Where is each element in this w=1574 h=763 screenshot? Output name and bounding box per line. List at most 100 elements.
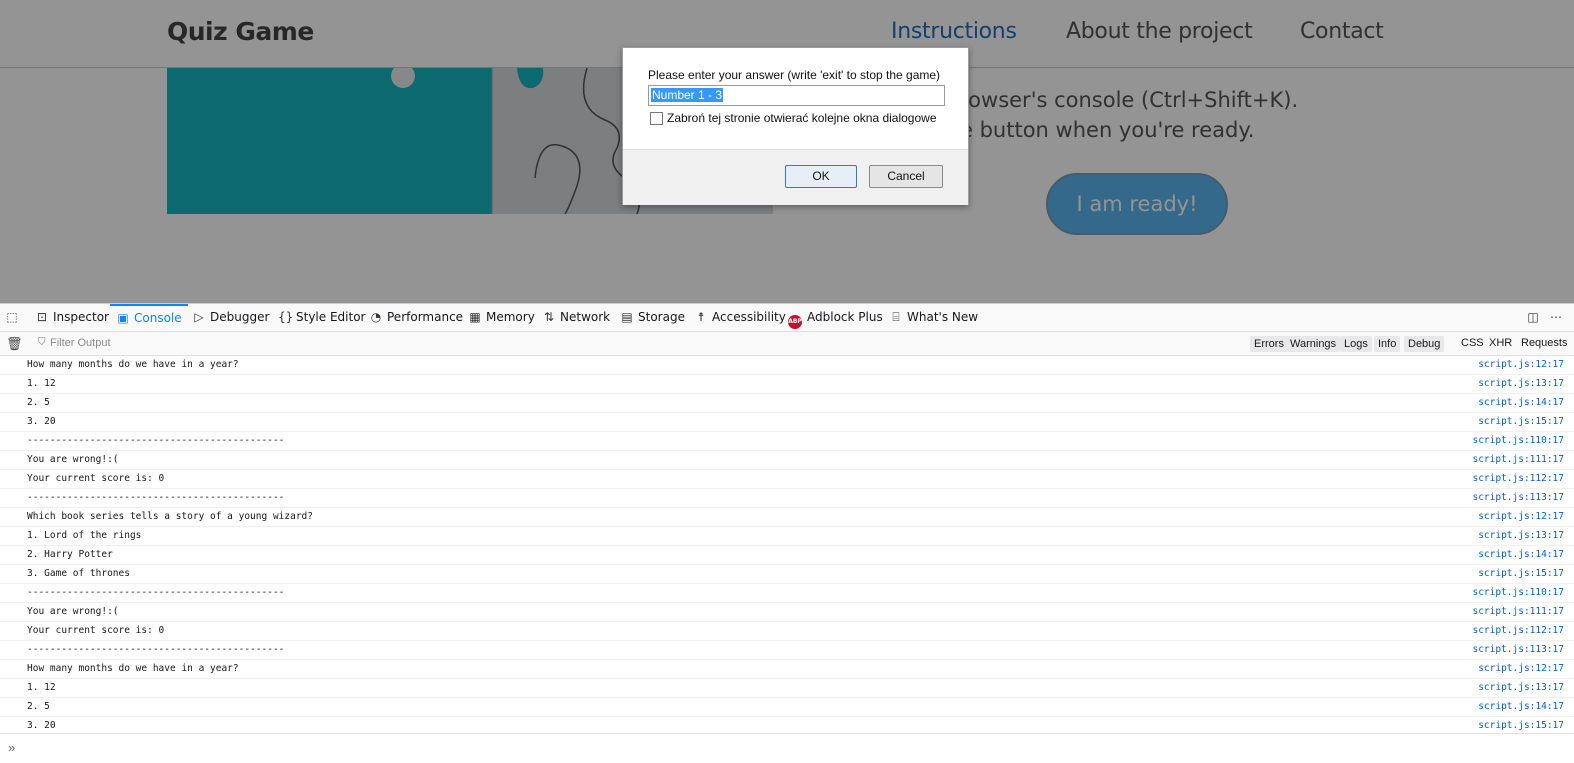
console-input-row[interactable]: » — [0, 733, 1574, 763]
console-log-row: 2. 5 script.js:14:17 — [0, 698, 1574, 717]
filter-errors-button[interactable]: Errors — [1250, 336, 1288, 352]
console-log-source-link[interactable]: script.js:113:17 — [1472, 644, 1564, 655]
block-dialogs-checkbox[interactable] — [650, 112, 663, 125]
console-log-row: ----------------------------------------… — [0, 584, 1574, 603]
console-log-source-link[interactable]: script.js:113:17 — [1472, 492, 1564, 503]
console-log-row: 1. 12 script.js:13:17 — [0, 679, 1574, 698]
console-log-source-link[interactable]: script.js:15:17 — [1478, 416, 1564, 427]
console-icon: ▣ — [117, 311, 129, 325]
chip-icon: ▦ — [469, 310, 481, 324]
console-log-message: Your current score is: 0 — [27, 473, 165, 484]
tab-network[interactable]: ⇅ Network — [542, 304, 610, 332]
element-picker-button[interactable]: ⬚ — [5, 304, 23, 332]
console-log-message: 2. 5 — [27, 701, 50, 712]
console-log-row: 1. Lord of the rings script.js:13:17 — [0, 527, 1574, 546]
tab-inspector[interactable]: ⊡ Inspector — [35, 304, 109, 332]
console-log-message: 3. 20 — [27, 720, 56, 731]
tab-style-editor[interactable]: {} Style Editor — [278, 304, 365, 332]
accessibility-icon: ☨ — [697, 310, 705, 324]
console-log-message: Your current score is: 0 — [27, 625, 165, 636]
dialog-footer: OK Cancel — [623, 149, 968, 205]
devtools-toolbar: ⬚ ⊡ Inspector ▣ Console ▷ Debugger {} Style … — [0, 304, 1574, 332]
console-log-source-link[interactable]: script.js:110:17 — [1472, 587, 1564, 598]
console-log-message: 3. 20 — [27, 416, 56, 427]
filter-debug-button[interactable]: Debug — [1404, 336, 1445, 352]
console-filter-bar: 🗑 ⛉ Filter Output Errors Warnings Logs I… — [0, 332, 1574, 356]
console-log-source-link[interactable]: script.js:12:17 — [1478, 663, 1564, 674]
trash-icon[interactable]: 🗑 — [6, 336, 23, 352]
console-log-message: 2. Harry Potter — [27, 549, 113, 560]
filter-icon: ⛉ — [38, 337, 46, 348]
console-log-source-link[interactable]: script.js:13:17 — [1478, 682, 1564, 693]
braces-icon: {} — [278, 310, 294, 324]
filter-output-input[interactable]: Filter Output — [50, 337, 111, 349]
dock-icon: ◫ — [1527, 310, 1539, 324]
tab-debugger[interactable]: ▷ Debugger — [192, 304, 269, 332]
console-log-source-link[interactable]: script.js:14:17 — [1478, 701, 1564, 712]
arrows-icon: ⇅ — [543, 310, 555, 324]
console-log-message: 3. Game of thrones — [27, 568, 130, 579]
console-prompt-icon: » — [8, 740, 16, 755]
ellipsis-icon: ⋯ — [1550, 310, 1562, 324]
console-log-row: ----------------------------------------… — [0, 489, 1574, 508]
console-log-message: You are wrong!:( — [27, 454, 119, 465]
console-log-source-link[interactable]: script.js:110:17 — [1472, 435, 1564, 446]
gauge-icon: ◔ — [370, 310, 382, 324]
console-log-source-link[interactable]: script.js:14:17 — [1478, 397, 1564, 408]
console-log-row: How many months do we have in a year? scr… — [0, 356, 1574, 375]
console-log-row: 2. Harry Potter script.js:14:17 — [0, 546, 1574, 565]
filter-requests-toggle[interactable]: Requests — [1521, 337, 1567, 349]
console-log-row: 1. 12 script.js:13:17 — [0, 375, 1574, 394]
console-output[interactable]: How many months do we have in a year? scr… — [0, 356, 1574, 736]
tab-memory[interactable]: ▦ Memory — [468, 304, 534, 332]
tab-storage[interactable]: ▤ Storage — [620, 304, 685, 332]
filter-xhr-toggle[interactable]: XHR — [1489, 337, 1512, 349]
filter-logs-button[interactable]: Logs — [1340, 336, 1372, 352]
console-log-message: Which book series tells a story of a you… — [27, 511, 313, 522]
console-log-source-link[interactable]: script.js:13:17 — [1478, 378, 1564, 389]
dock-layout-button[interactable]: ◫ — [1526, 304, 1544, 332]
more-options-button[interactable]: ⋯ — [1549, 304, 1567, 332]
console-log-row: ----------------------------------------… — [0, 641, 1574, 660]
console-log-message: 1. 12 — [27, 682, 56, 693]
storage-icon: ▤ — [621, 310, 633, 324]
tab-whats-new[interactable]: ⌸ What's New — [889, 304, 978, 332]
filter-info-button[interactable]: Info — [1374, 336, 1401, 352]
console-log-row: ----------------------------------------… — [0, 432, 1574, 451]
console-log-message: You are wrong!:( — [27, 606, 119, 617]
console-log-source-link[interactable]: script.js:112:17 — [1472, 473, 1564, 484]
filter-warnings-button[interactable]: Warnings — [1286, 336, 1341, 352]
tab-accessibility[interactable]: ☨ Accessibility — [694, 304, 786, 332]
cancel-button[interactable]: Cancel — [869, 165, 943, 188]
tab-console[interactable]: ▣ Console — [110, 304, 188, 332]
tab-adblock-plus[interactable]: ABP Adblock Plus — [788, 304, 883, 332]
console-log-message: ----------------------------------------… — [27, 435, 285, 446]
console-log-row: How many months do we have in a year? scr… — [0, 660, 1574, 679]
ok-button[interactable]: OK — [785, 165, 857, 188]
console-log-source-link[interactable]: script.js:111:17 — [1472, 454, 1564, 465]
console-log-source-link[interactable]: script.js:13:17 — [1478, 530, 1564, 541]
answer-input-selected-text: Number 1 - 3 — [651, 88, 724, 102]
console-log-source-link[interactable]: script.js:111:17 — [1472, 606, 1564, 617]
console-log-message: ----------------------------------------… — [27, 644, 285, 655]
console-log-row: You are wrong!:( script.js:111:17 — [0, 603, 1574, 622]
console-log-source-link[interactable]: script.js:112:17 — [1472, 625, 1564, 636]
console-log-source-link[interactable]: script.js:15:17 — [1478, 568, 1564, 579]
tab-performance[interactable]: ◔ Performance — [369, 304, 463, 332]
console-log-message: How many months do we have in a year? — [27, 359, 239, 370]
debugger-icon: ▷ — [194, 310, 204, 324]
console-log-source-link[interactable]: script.js:15:17 — [1478, 720, 1564, 731]
console-log-source-link[interactable]: script.js:14:17 — [1478, 549, 1564, 560]
console-log-row: Your current score is: 0 script.js:112:17 — [0, 622, 1574, 641]
answer-input[interactable]: Number 1 - 3 — [648, 85, 945, 106]
inspector-icon: ⊡ — [36, 310, 48, 324]
prompt-dialog: Please enter your answer (write 'exit' t… — [622, 47, 969, 205]
filter-css-toggle[interactable]: CSS — [1461, 337, 1484, 349]
pick-element-icon: ⬚ — [6, 310, 18, 324]
console-log-source-link[interactable]: script.js:12:17 — [1478, 359, 1564, 370]
adblock-plus-icon: ABP — [788, 315, 802, 329]
console-log-source-link[interactable]: script.js:12:17 — [1478, 511, 1564, 522]
block-dialogs-label[interactable]: Zabroń tej stronie otwierać kolejne okna… — [667, 111, 937, 125]
console-log-message: How many months do we have in a year? — [27, 663, 239, 674]
devtools-panel: ⬚ ⊡ Inspector ▣ Console ▷ Debugger {} Style … — [0, 303, 1574, 763]
